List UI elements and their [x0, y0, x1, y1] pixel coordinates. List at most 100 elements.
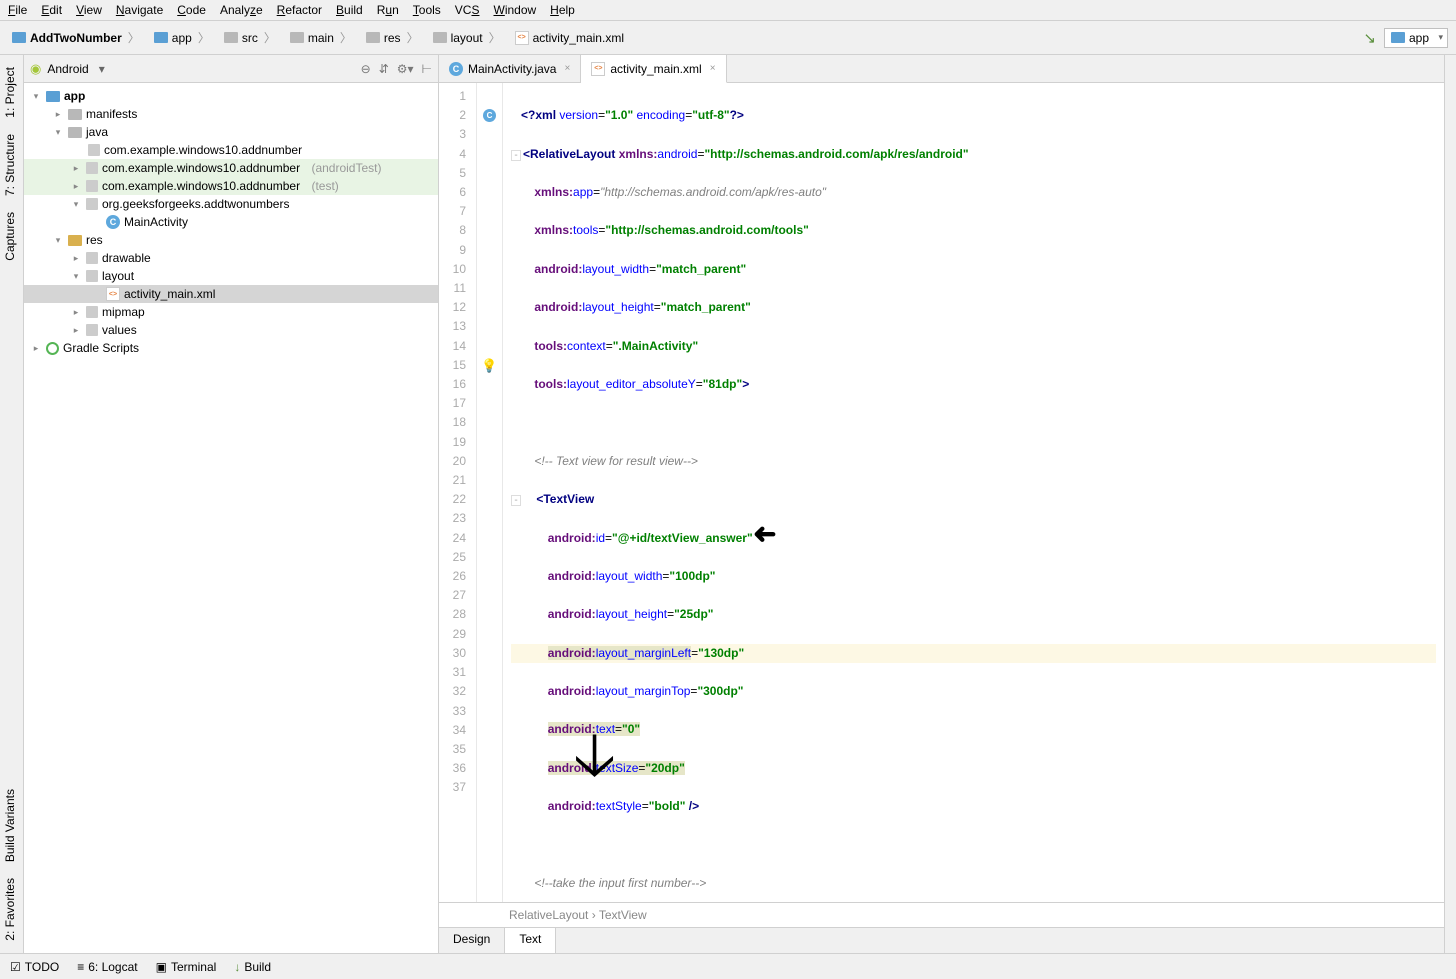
- menu-help[interactable]: Help: [550, 3, 575, 17]
- settings-icon[interactable]: ⚙▾: [397, 62, 414, 76]
- annotation-arrow: ➜: [753, 524, 776, 543]
- crumb-res[interactable]: res〉: [362, 27, 425, 48]
- menu-navigate[interactable]: Navigate: [116, 3, 163, 17]
- run-config-label: app: [1409, 31, 1429, 45]
- tree-node-gradle[interactable]: Gradle Scripts: [63, 341, 139, 355]
- package-icon: [86, 198, 98, 210]
- close-icon[interactable]: ×: [564, 63, 570, 74]
- intention-bulb-icon[interactable]: 💡: [481, 356, 497, 375]
- menu-bar: File Edit View Navigate Code Analyze Ref…: [0, 0, 1456, 21]
- collapse-icon[interactable]: ⊖: [361, 62, 371, 76]
- crumb-label: src: [242, 31, 258, 45]
- gutter-icons: C💡: [477, 83, 503, 902]
- tree-node-layout[interactable]: layout: [102, 269, 134, 283]
- menu-view[interactable]: View: [76, 3, 102, 17]
- tree-node-package[interactable]: com.example.windows10.addnumber: [104, 143, 302, 157]
- crumb-app[interactable]: app〉: [150, 27, 216, 48]
- menu-run[interactable]: Run: [377, 3, 399, 17]
- tool-build-variants[interactable]: Build Variants: [0, 781, 20, 870]
- crumb-src[interactable]: src〉: [220, 27, 282, 48]
- menu-build[interactable]: Build: [336, 3, 363, 17]
- tab-design[interactable]: Design: [439, 928, 505, 953]
- menu-edit[interactable]: Edit: [41, 3, 62, 17]
- make-project-icon[interactable]: ↘: [1363, 29, 1376, 47]
- dropdown-icon[interactable]: ▾: [99, 62, 105, 76]
- tree-node-manifests[interactable]: manifests: [86, 107, 137, 121]
- crumb-label: app: [172, 31, 192, 45]
- line-numbers: 1234567891011121314151617181920212223242…: [439, 83, 477, 902]
- menu-window[interactable]: Window: [493, 3, 536, 17]
- run-config-selector[interactable]: app: [1384, 28, 1448, 48]
- expand-icon[interactable]: ⇵: [379, 62, 389, 76]
- menu-code[interactable]: Code: [177, 3, 206, 17]
- tab-activity-main[interactable]: <>activity_main.xml×: [581, 55, 726, 83]
- folder-icon: [68, 109, 82, 120]
- tree-node-java[interactable]: java: [86, 125, 108, 139]
- tab-text[interactable]: Text: [505, 928, 556, 953]
- module-icon: [1391, 32, 1405, 43]
- status-logcat[interactable]: ≡ 6: Logcat: [77, 960, 137, 974]
- folder-icon: [68, 235, 82, 246]
- tree-node-class[interactable]: MainActivity: [124, 215, 188, 229]
- module-icon: [154, 32, 168, 43]
- status-todo[interactable]: ☑ TODO: [10, 960, 59, 974]
- tab-mainactivity[interactable]: CMainActivity.java×: [439, 55, 581, 82]
- crumb-label: res: [384, 31, 401, 45]
- tool-project[interactable]: 1: Project: [0, 59, 20, 126]
- folder-icon: [86, 270, 98, 282]
- crumb-layout[interactable]: layout〉: [429, 27, 507, 48]
- crumb-file[interactable]: <> activity_main.xml: [511, 29, 628, 47]
- code-content[interactable]: <?xml version="1.0" encoding="utf-8"?> -…: [503, 83, 1444, 902]
- tree-node-package[interactable]: org.geeksforgeeks.addtwonumbers: [102, 197, 289, 211]
- menu-vcs[interactable]: VCS: [455, 3, 480, 17]
- right-tool-stripe: [1444, 55, 1456, 953]
- folder-icon: [290, 32, 304, 43]
- project-tool-window: ◉ Android ▾ ⊖ ⇵ ⚙▾ ⊢ ▾app ▸manifests ▾ja…: [24, 55, 439, 953]
- xml-file-icon: <>: [515, 31, 529, 45]
- menu-file[interactable]: File: [8, 3, 27, 17]
- folder-icon: [86, 252, 98, 264]
- project-view-selector[interactable]: Android: [47, 62, 88, 76]
- package-icon: [86, 162, 98, 174]
- folder-icon: [68, 127, 82, 138]
- tree-node-package[interactable]: com.example.windows10.addnumber: [102, 161, 300, 175]
- tree-node-file[interactable]: activity_main.xml: [124, 287, 215, 301]
- crumb-project[interactable]: AddTwoNumber〉: [8, 27, 146, 48]
- tree-node-res[interactable]: res: [86, 233, 103, 247]
- status-build[interactable]: ↓ Build: [234, 960, 271, 974]
- menu-tools[interactable]: Tools: [413, 3, 441, 17]
- tool-captures[interactable]: Captures: [0, 204, 20, 269]
- project-header: ◉ Android ▾ ⊖ ⇵ ⚙▾ ⊢: [24, 55, 438, 83]
- java-class-icon: C: [106, 215, 120, 229]
- status-terminal[interactable]: ▣ Terminal: [156, 960, 217, 974]
- close-icon[interactable]: ×: [710, 63, 716, 74]
- crumb-label: layout: [451, 31, 483, 45]
- tree-node-app[interactable]: app: [64, 89, 85, 103]
- xml-file-icon: <>: [106, 287, 120, 301]
- menu-analyze[interactable]: Analyze: [220, 3, 263, 17]
- crumb-label: main: [308, 31, 334, 45]
- crumb-main[interactable]: main〉: [286, 27, 358, 48]
- folder-icon: [86, 306, 98, 318]
- tree-node-drawable[interactable]: drawable: [102, 251, 151, 265]
- related-class-icon[interactable]: C: [483, 109, 496, 122]
- tree-node-mipmap[interactable]: mipmap: [102, 305, 145, 319]
- folder-icon: [366, 32, 380, 43]
- tree-node-values[interactable]: values: [102, 323, 137, 337]
- crumb-label: activity_main.xml: [533, 31, 624, 45]
- menu-refactor[interactable]: Refactor: [277, 3, 322, 17]
- folder-icon: [433, 32, 447, 43]
- folder-icon: [224, 32, 238, 43]
- hide-icon[interactable]: ⊢: [422, 62, 432, 76]
- left-tool-stripe: 1: Project 7: Structure Captures Build V…: [0, 55, 24, 953]
- tool-favorites[interactable]: 2: Favorites: [0, 870, 20, 949]
- xml-breadcrumb[interactable]: RelativeLayout › TextView: [439, 902, 1444, 927]
- code-editor[interactable]: 1234567891011121314151617181920212223242…: [439, 83, 1444, 902]
- package-icon: [86, 180, 98, 192]
- tree-node-package[interactable]: com.example.windows10.addnumber: [102, 179, 300, 193]
- project-tree[interactable]: ▾app ▸manifests ▾java com.example.window…: [24, 83, 438, 953]
- editor-area: CMainActivity.java× <>activity_main.xml×…: [439, 55, 1444, 953]
- gradle-icon: [46, 342, 59, 355]
- project-icon: [12, 32, 26, 43]
- tool-structure[interactable]: 7: Structure: [0, 126, 20, 204]
